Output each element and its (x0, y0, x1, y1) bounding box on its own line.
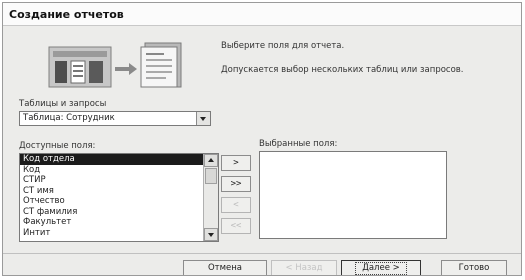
intro-line-1: Выберите поля для отчета. (221, 41, 345, 51)
selected-fields-list[interactable] (259, 151, 447, 239)
selected-fields-label: Выбранные поля: (259, 139, 338, 149)
available-field-item[interactable]: Интит (20, 228, 204, 239)
next-button-label: Далее > (355, 262, 407, 275)
report-illustration-icon (48, 42, 182, 88)
remove-all-fields-button[interactable]: << (221, 218, 251, 234)
available-field-item[interactable]: СТ имя (20, 186, 204, 197)
available-field-item[interactable]: СТ фамилия (20, 207, 204, 218)
table-select-value: Таблица: Сотрудник (23, 113, 115, 123)
table-select[interactable]: Таблица: Сотрудник (19, 111, 211, 126)
title-bar: Создание отчетов (3, 3, 521, 26)
available-fields-list[interactable]: Код отдела Код СТИР СТ имя Отчество СТ фамили… (19, 153, 219, 242)
back-button-label: < Назад (285, 263, 323, 273)
available-field-item[interactable]: Код (20, 165, 204, 176)
chevron-down-icon[interactable] (196, 112, 210, 125)
add-field-button[interactable]: > (221, 155, 251, 171)
available-fields-scrollbar[interactable] (203, 154, 218, 241)
available-fields-label: Доступные поля: (19, 141, 96, 151)
available-field-item[interactable]: СТИР (20, 175, 204, 186)
available-field-item[interactable]: Код отдела (20, 154, 204, 165)
available-field-item[interactable]: Отчество (20, 196, 204, 207)
scroll-down-icon[interactable] (204, 228, 218, 241)
scroll-up-icon[interactable] (204, 154, 218, 167)
scroll-thumb[interactable] (205, 168, 217, 184)
report-wizard-dialog: Создание отчетов Выберите поля для отчет… (2, 2, 522, 276)
window-title: Создание отчетов (9, 8, 124, 21)
intro-line-2: Допускается выбор нескольких таблиц или … (221, 65, 464, 75)
back-button[interactable]: < Назад (271, 260, 337, 275)
button-separator (3, 253, 521, 254)
finish-button[interactable]: Готово (441, 260, 507, 275)
available-fields-items: Код отдела Код СТИР СТ имя Отчество СТ фамили… (20, 154, 204, 238)
add-all-fields-button[interactable]: >> (221, 176, 251, 192)
tables-queries-label: Таблицы и запросы (19, 99, 107, 109)
cancel-button-label: Отмена (207, 263, 243, 273)
cancel-button[interactable]: Отмена (183, 260, 267, 275)
next-button[interactable]: Далее > (341, 260, 421, 275)
finish-button-label: Готово (458, 263, 490, 273)
available-field-item[interactable]: Факультет (20, 217, 204, 228)
remove-field-button[interactable]: < (221, 197, 251, 213)
